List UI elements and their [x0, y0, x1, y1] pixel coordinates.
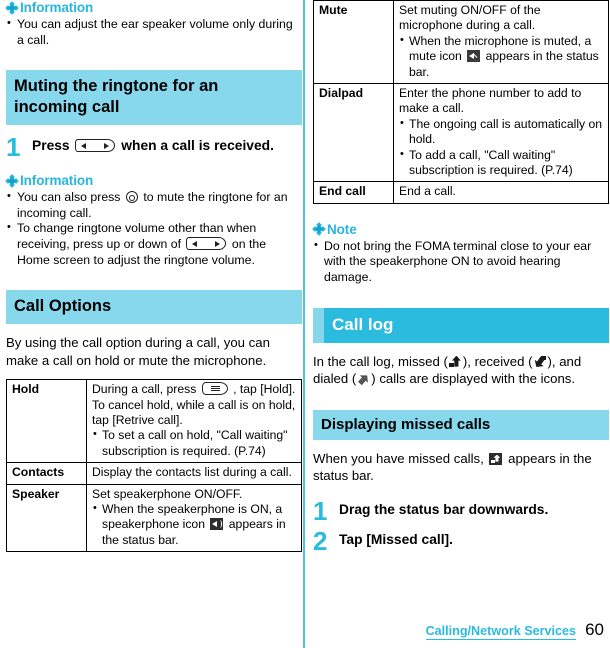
table-row: Hold During a call, press , tap [Hold]. … — [6, 379, 302, 464]
round-power-key-icon — [125, 191, 138, 204]
information-block-2: Information You can also press to mute t… — [5, 173, 302, 268]
diamond-bullet-icon — [312, 222, 326, 237]
cell-bullet-list: To set a call on hold, "Call waiting" su… — [92, 427, 297, 459]
section-heading-call-log: Call log — [313, 307, 609, 343]
cell-bullet-list: The ongoing call is automatically on hol… — [399, 116, 604, 179]
dialed-call-arrow-icon — [357, 373, 370, 385]
call-options-intro-paragraph: By using the call option during a call, … — [6, 335, 270, 368]
information-bullet-list: You can also press to mute the ringtone … — [6, 189, 302, 268]
table-cell-key: Speaker — [6, 483, 87, 553]
step-2-tap-missed-call: 2 Tap [Missed call]. — [313, 525, 609, 556]
volume-rocker-key-icon — [186, 236, 227, 250]
call-options-table-continued: Mute Set muting ON/OFF of the microphone… — [313, 0, 609, 204]
paragraph-part-1: In the call log, missed ( — [313, 353, 448, 369]
cell-text: Enter the phone number to add to make a … — [399, 86, 582, 116]
table-row: Dialpad Enter the phone number to add to… — [313, 83, 609, 183]
received-call-arrow-icon — [534, 355, 547, 368]
list-item: When the microphone is muted, a mute ico… — [399, 33, 604, 80]
note-heading-label: Note — [327, 221, 357, 237]
information-heading-label: Information — [20, 0, 94, 15]
list-item: You can adjust the ear speaker volume on… — [6, 16, 302, 48]
step-text: Tap [Missed call]. — [339, 531, 453, 547]
table-cell-key: Contacts — [6, 462, 87, 485]
speakerphone-status-icon — [210, 518, 224, 531]
information-heading-label: Information — [20, 173, 94, 189]
list-item: To add a call, "Call waiting" subscripti… — [399, 147, 604, 179]
table-cell-key: End call — [313, 181, 394, 204]
table-cell-value: Set speakerphone ON/OFF. When the speake… — [86, 483, 302, 553]
footer-section-title: Calling/Network Services — [425, 624, 577, 640]
cell-bullet-list: When the speakerphone is ON, a speakerph… — [92, 501, 297, 548]
table-cell-value: Enter the phone number to add to make a … — [393, 83, 609, 183]
call-log-paragraph: In the call log, missed (), received (),… — [313, 353, 609, 388]
section-heading-call-options: Call Options — [6, 290, 302, 325]
table-cell-value: End a call. — [393, 181, 609, 204]
table-cell-key: Dialpad — [313, 83, 394, 183]
page-footer: Calling/Network Services 60 — [425, 620, 604, 640]
step-number: 1 — [313, 495, 328, 526]
step-1-press-volume-key: 1 Press when a call is received. — [6, 132, 302, 163]
missed-calls-paragraph: When you have missed calls, appears in t… — [313, 450, 609, 485]
missed-call-arrow-icon — [448, 356, 462, 368]
table-cell-value: Set muting ON/OFF of the microphone duri… — [393, 0, 609, 85]
paragraph-part-1: When you have missed calls, — [313, 450, 484, 466]
note-heading: Note — [312, 221, 609, 237]
cell-text: Set speakerphone ON/OFF. — [92, 486, 243, 501]
cell-text: Set muting ON/OFF of the microphone duri… — [399, 3, 541, 33]
menu-key-icon — [201, 382, 228, 396]
call-options-table: Hold During a call, press , tap [Hold]. … — [6, 379, 302, 553]
table-cell-key: Hold — [6, 379, 87, 464]
list-item: When the speakerphone is ON, a speakerph… — [92, 501, 297, 548]
paragraph-part-2: ), received ( — [462, 353, 533, 369]
cell-bullet-list: When the microphone is muted, a mute ico… — [399, 33, 604, 80]
step-number: 1 — [6, 132, 21, 163]
information-bullet-list: You can adjust the ear speaker volume on… — [6, 16, 302, 48]
table-cell-value: Display the contacts list during a call. — [86, 462, 302, 485]
information-block-1: Information You can adjust the ear speak… — [5, 0, 302, 48]
mute-status-icon — [467, 50, 481, 63]
step-text-before: Press — [32, 138, 70, 154]
list-item: To set a call on hold, "Call waiting" su… — [92, 427, 297, 459]
missed-call-status-icon — [489, 452, 503, 465]
information-heading: Information — [5, 0, 302, 15]
table-cell-key: Mute — [313, 0, 394, 85]
cell-text-before: During a call, press — [92, 382, 197, 397]
step-1-drag-status-bar: 1 Drag the status bar downwards. — [313, 495, 609, 526]
list-item: The ongoing call is automatically on hol… — [399, 116, 604, 148]
section-heading-muting-ringtone: Muting the ringtone for an incoming call — [6, 70, 302, 126]
list-item: Do not bring the FOMA terminal close to … — [313, 238, 609, 286]
information-heading: Information — [5, 173, 302, 189]
table-row: Mute Set muting ON/OFF of the microphone… — [313, 0, 609, 85]
list-item-text-before: You can also press — [17, 190, 121, 205]
page-number: 60 — [585, 620, 604, 639]
table-cell-value: During a call, press , tap [Hold]. To ca… — [86, 379, 302, 464]
list-item: You can also press to mute the ringtone … — [6, 189, 302, 221]
right-column: Mute Set muting ON/OFF of the microphone… — [312, 0, 609, 556]
volume-rocker-key-icon — [75, 139, 116, 153]
list-item: To change ringtone volume other than whe… — [6, 220, 302, 268]
step-text: Drag the status bar downwards. — [339, 501, 549, 517]
table-row: Contacts Display the contacts list durin… — [6, 462, 302, 485]
step-text: Press when a call is received. — [32, 135, 302, 155]
table-row: End call End a call. — [313, 181, 609, 204]
section-heading-displaying-missed-calls: Displaying missed calls — [313, 409, 609, 440]
paragraph-part-4: ) calls are displayed with the icons. — [371, 371, 576, 387]
table-row: Speaker Set speakerphone ON/OFF. When th… — [6, 483, 302, 553]
diamond-bullet-icon — [5, 173, 19, 188]
left-column: Information You can adjust the ear speak… — [5, 0, 302, 553]
note-block: Note Do not bring the FOMA terminal clos… — [312, 221, 609, 286]
step-number: 2 — [313, 525, 328, 556]
manual-page: Information You can adjust the ear speak… — [0, 0, 610, 648]
column-divider — [303, 0, 305, 648]
note-bullet-list: Do not bring the FOMA terminal close to … — [313, 238, 609, 286]
diamond-bullet-icon — [5, 0, 19, 15]
step-text-after: when a call is received. — [121, 138, 274, 154]
